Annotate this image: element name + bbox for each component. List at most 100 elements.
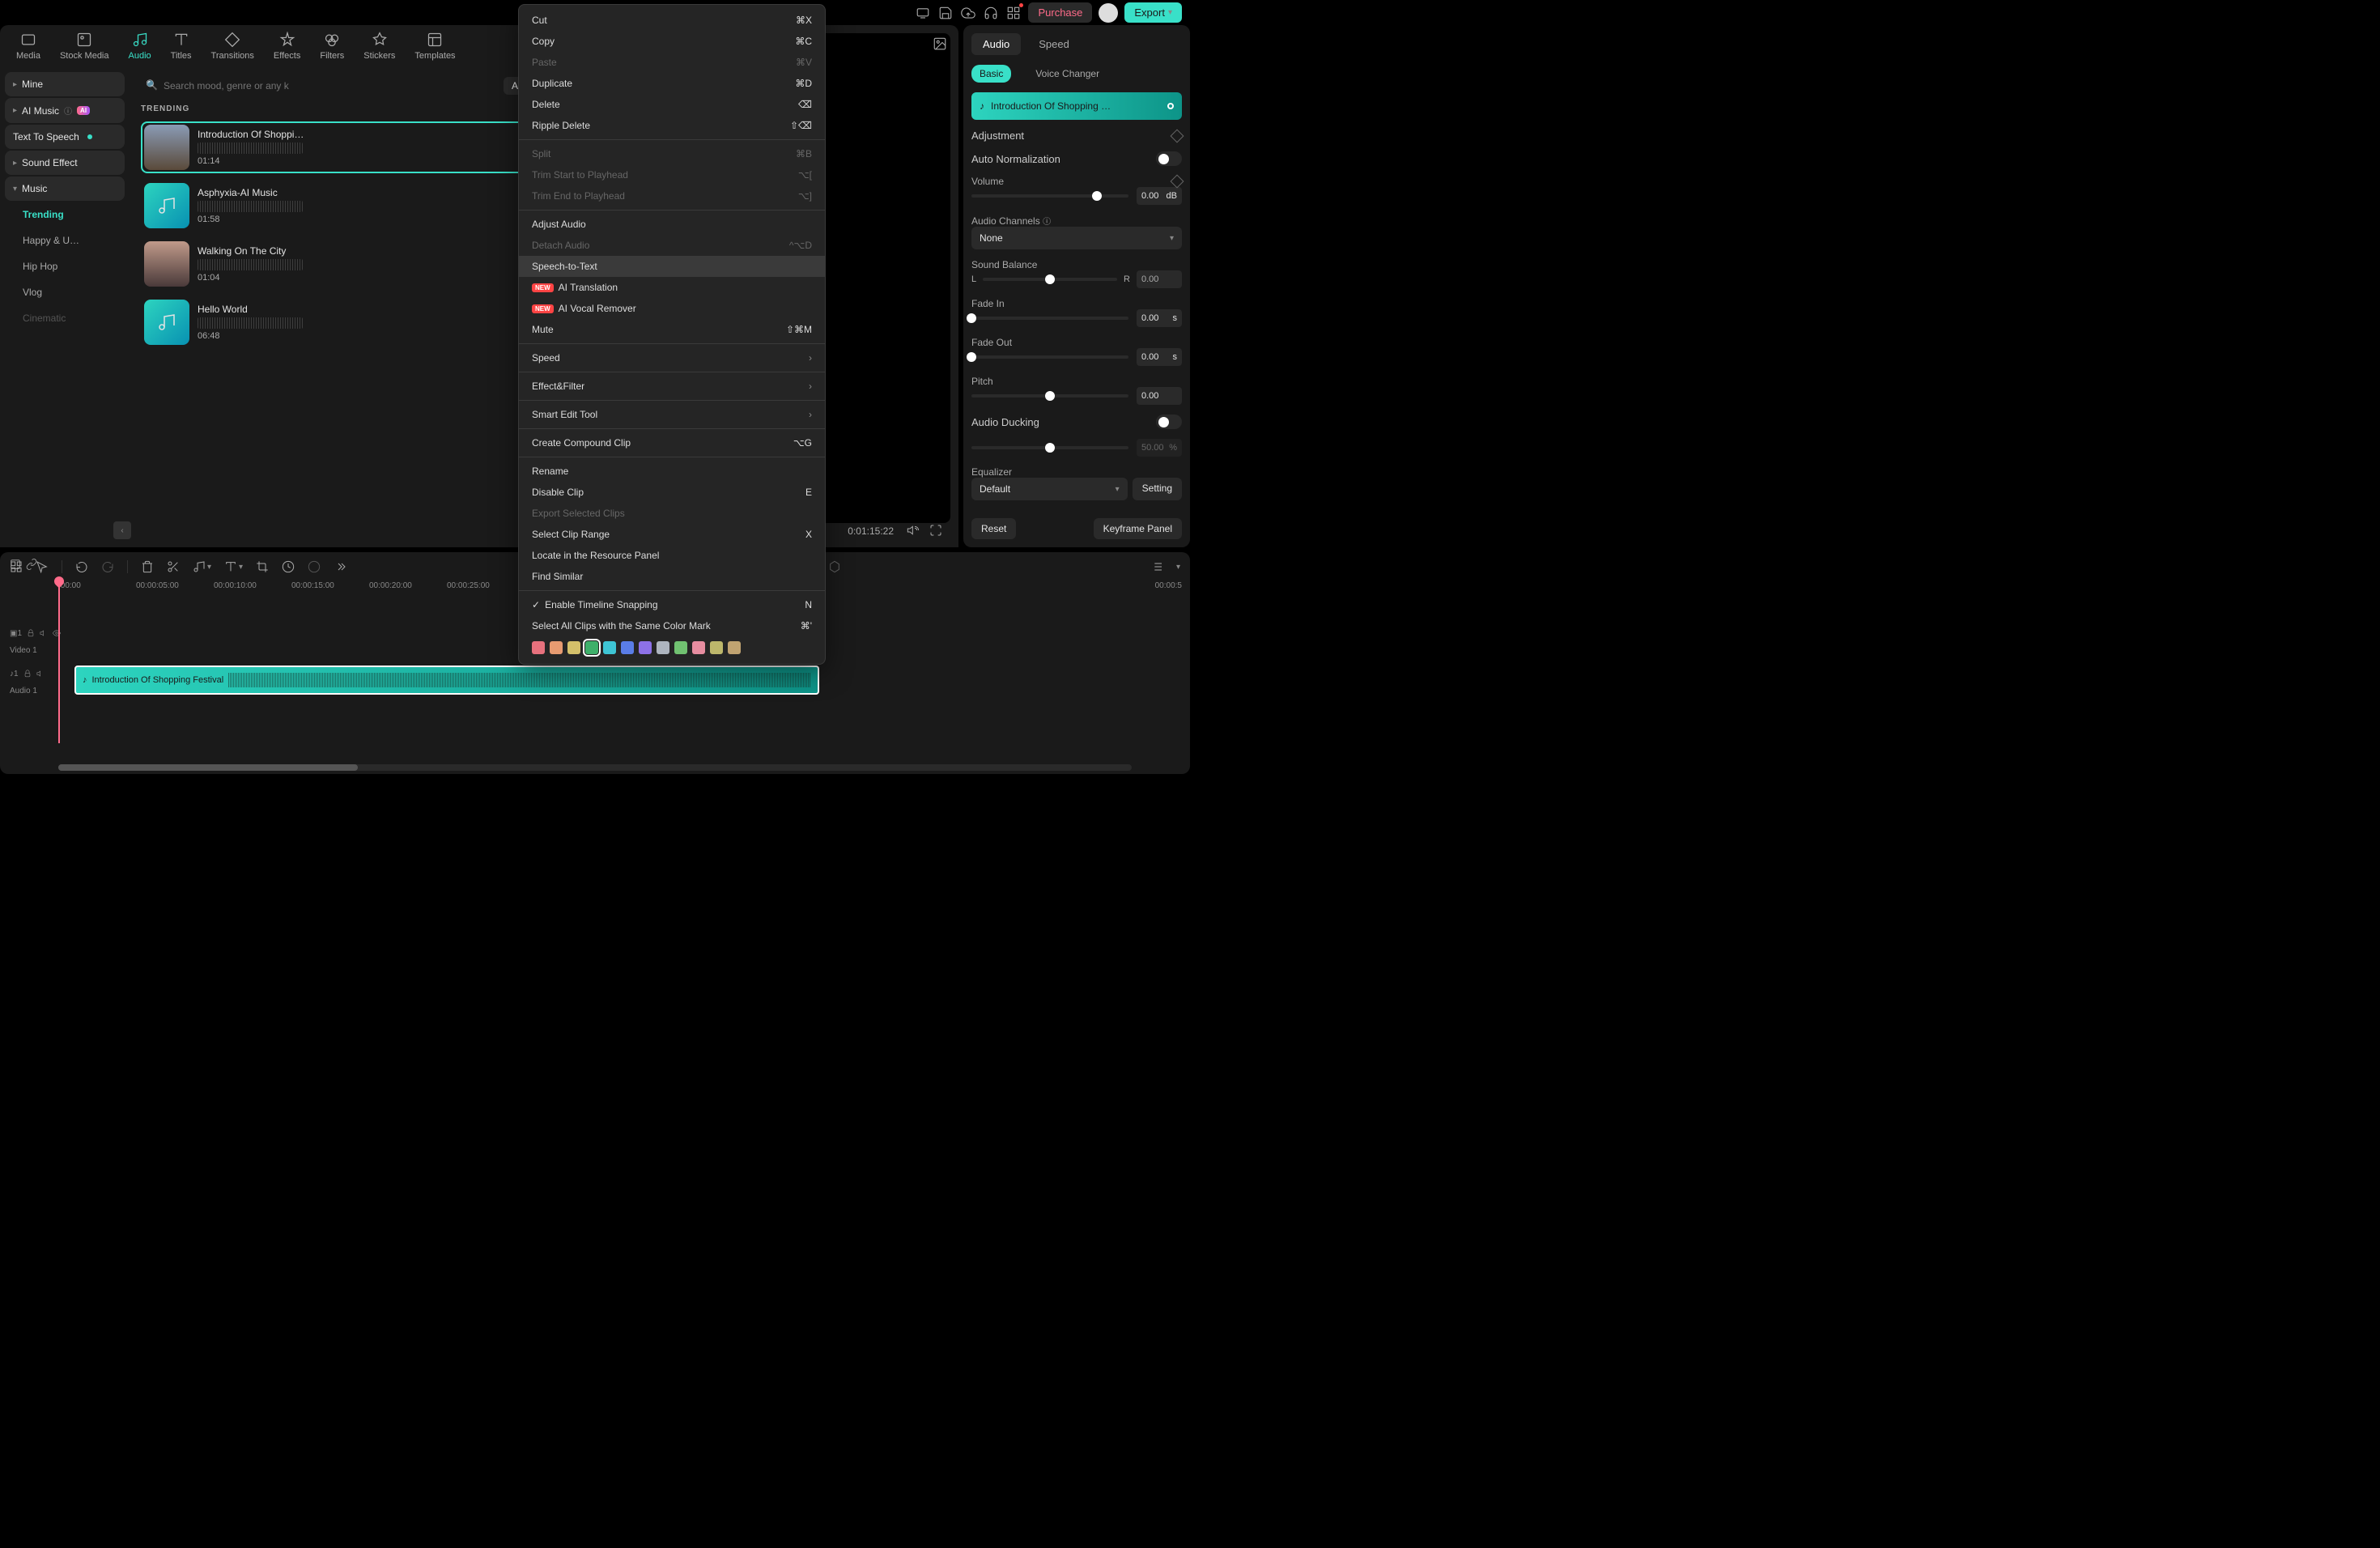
cm-delete[interactable]: Delete⌫	[519, 94, 825, 115]
cm-ai-translation[interactable]: NEWAI Translation	[519, 277, 825, 298]
color-swatch[interactable]	[567, 641, 580, 654]
track-item[interactable]: Walking On The City01:04	[141, 238, 555, 290]
sidebar-tts[interactable]: Text To Speech	[5, 125, 125, 149]
keyframe-icon[interactable]	[1171, 129, 1184, 142]
pitch-slider[interactable]	[971, 394, 1128, 398]
balance-slider[interactable]	[983, 278, 1117, 281]
nav-filters[interactable]: Filters	[320, 32, 344, 61]
fadein-value[interactable]: 0.00s	[1137, 309, 1182, 327]
nav-titles[interactable]: Titles	[171, 32, 192, 61]
ducking-toggle[interactable]	[1156, 415, 1182, 429]
view-dropdown[interactable]: ▾	[1176, 563, 1180, 572]
cut-icon[interactable]	[167, 560, 180, 573]
volume-value[interactable]: 0.00dB	[1137, 187, 1182, 205]
sidebar-ai-music[interactable]: ▸AI MusicⓘAI	[5, 98, 125, 123]
cm-mute[interactable]: Mute⇧⌘M	[519, 319, 825, 340]
nav-media[interactable]: Media	[16, 32, 40, 61]
purchase-button[interactable]: Purchase	[1028, 2, 1092, 23]
cm-adjust-audio[interactable]: Adjust Audio	[519, 214, 825, 235]
cm-copy[interactable]: Copy⌘C	[519, 31, 825, 52]
cm-select-range[interactable]: Select Clip RangeX	[519, 524, 825, 545]
video-icon[interactable]: ▣1	[10, 629, 22, 640]
mute-icon[interactable]	[40, 629, 48, 640]
more-tools-icon[interactable]	[334, 560, 346, 573]
delete-icon[interactable]	[141, 560, 154, 573]
cm-ripple-delete[interactable]: Ripple Delete⇧⌫	[519, 115, 825, 136]
nav-stock[interactable]: Stock Media	[60, 32, 109, 61]
cm-speed[interactable]: Speed	[519, 347, 825, 368]
save-icon[interactable]	[937, 5, 954, 21]
marker-icon[interactable]	[828, 560, 841, 573]
volume-icon[interactable]	[907, 524, 920, 539]
color-swatch[interactable]	[728, 641, 741, 654]
color-swatch[interactable]	[639, 641, 652, 654]
subtab-voice-changer[interactable]: Voice Changer	[1027, 65, 1107, 83]
pointer-icon[interactable]	[36, 560, 49, 573]
cm-locate[interactable]: Locate in the Resource Panel	[519, 545, 825, 566]
auto-norm-toggle[interactable]	[1156, 151, 1182, 166]
chain-icon[interactable]	[10, 559, 21, 572]
volume-slider[interactable]	[971, 194, 1128, 198]
apps-icon[interactable]	[1005, 5, 1022, 21]
cm-compound-clip[interactable]: Create Compound Clip⌥G	[519, 432, 825, 453]
keyframe-icon[interactable]	[1171, 175, 1184, 189]
cm-effect-filter[interactable]: Effect&Filter	[519, 376, 825, 397]
color-swatch[interactable]	[674, 641, 687, 654]
eq-setting[interactable]: Setting	[1133, 478, 1182, 500]
nav-audio[interactable]: Audio	[129, 32, 151, 61]
pitch-value[interactable]: 0.00	[1137, 387, 1182, 405]
audio-tool-icon[interactable]: ▾	[193, 560, 211, 573]
lock-icon[interactable]	[27, 629, 35, 640]
fadeout-slider[interactable]	[971, 355, 1128, 359]
crop-icon[interactable]	[256, 560, 269, 573]
color-swatch[interactable]	[550, 641, 563, 654]
channels-select[interactable]: None▾	[971, 227, 1182, 249]
image-icon[interactable]	[933, 36, 947, 53]
fadein-slider[interactable]	[971, 317, 1128, 320]
track-item[interactable]: Hello World06:48	[141, 296, 555, 348]
sidebar-music[interactable]: ▾Music	[5, 176, 125, 201]
reset-button[interactable]: Reset	[971, 518, 1016, 539]
cm-select-color[interactable]: Select All Clips with the Same Color Mar…	[519, 615, 825, 636]
track-item[interactable]: Introduction Of Shoppi…01:14	[141, 121, 555, 173]
sidebar-cinematic[interactable]: Cinematic	[5, 306, 125, 330]
link-icon[interactable]	[26, 559, 37, 572]
audio-track[interactable]: ♪ Introduction Of Shopping Festival	[58, 666, 1190, 700]
subtab-basic[interactable]: Basic	[971, 65, 1011, 83]
sidebar-vlog[interactable]: Vlog	[5, 280, 125, 304]
cloud-icon[interactable]	[960, 5, 976, 21]
avatar[interactable]	[1099, 3, 1118, 23]
cm-cut[interactable]: Cut⌘X	[519, 10, 825, 31]
lock-icon[interactable]	[23, 670, 32, 680]
nav-templates[interactable]: Templates	[414, 32, 455, 61]
color-swatch[interactable]	[621, 641, 634, 654]
cm-smart-edit[interactable]: Smart Edit Tool	[519, 404, 825, 425]
speed-icon[interactable]	[282, 560, 295, 573]
sidebar-sound-effect[interactable]: ▸Sound Effect	[5, 151, 125, 175]
playhead[interactable]	[58, 581, 60, 743]
eq-select[interactable]: Default▾	[971, 478, 1128, 500]
redo-icon[interactable]	[101, 560, 114, 573]
color-swatch[interactable]	[585, 641, 598, 654]
fadeout-value[interactable]: 0.00s	[1137, 348, 1182, 366]
nav-transitions[interactable]: Transitions	[211, 32, 254, 61]
cm-snapping[interactable]: ✓Enable Timeline SnappingN	[519, 594, 825, 615]
tab-speed[interactable]: Speed	[1027, 33, 1081, 55]
display-icon[interactable]	[915, 5, 931, 21]
sidebar-hiphop[interactable]: Hip Hop	[5, 254, 125, 279]
ducking-slider[interactable]	[971, 446, 1128, 449]
undo-icon[interactable]	[75, 560, 88, 573]
cm-disable-clip[interactable]: Disable ClipE	[519, 482, 825, 503]
audio-clip[interactable]: ♪ Introduction Of Shopping Festival	[74, 666, 819, 695]
headphones-icon[interactable]	[983, 5, 999, 21]
fullscreen-icon[interactable]	[929, 524, 942, 539]
color-swatch[interactable]	[532, 641, 545, 654]
cm-rename[interactable]: Rename	[519, 461, 825, 482]
nav-stickers[interactable]: Stickers	[363, 32, 395, 61]
search-input[interactable]	[141, 75, 295, 96]
audio-track-icon[interactable]: ♪1	[10, 670, 19, 680]
sidebar-trending[interactable]: Trending	[5, 202, 125, 227]
color-swatch[interactable]	[603, 641, 616, 654]
export-button[interactable]: Export▾	[1124, 2, 1182, 23]
sidebar-collapse[interactable]: ‹	[113, 521, 131, 539]
